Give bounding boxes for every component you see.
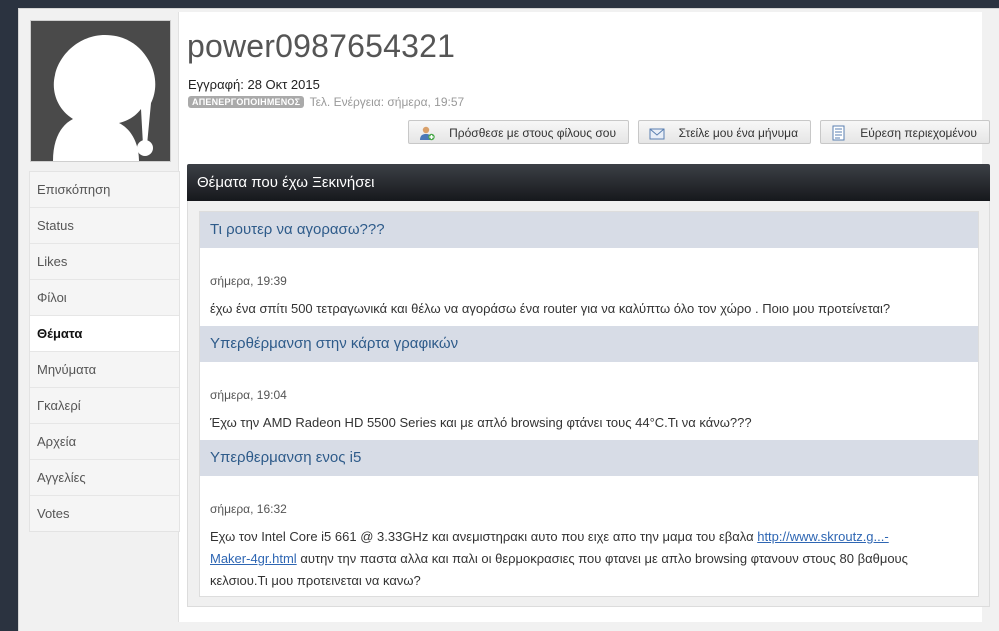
thread-snippet: έχω ένα σπίτι 500 τετραγωνικά και θέλω ν… [210, 301, 891, 316]
find-content-button[interactable]: Εύρεση περιεχομένου [820, 120, 990, 144]
sidebar-item-status[interactable]: Status [30, 208, 179, 244]
thread-list: Τι ρουτερ να αγορασω??? σήμερα, 19:39 έχ… [199, 211, 979, 597]
sidebar-item-threads[interactable]: Θέματα [30, 316, 179, 352]
find-content-label: Εύρεση περιεχομένου [860, 126, 977, 140]
sidebar-item-classifieds[interactable]: Αγγελίες [30, 460, 179, 496]
send-message-label: Στείλε μου ένα μήνυμα [678, 126, 798, 140]
thread-date: σήμερα, 16:32 [210, 502, 287, 516]
thread-date: σήμερα, 19:39 [210, 274, 287, 288]
thread-title-link[interactable]: Υπερθέρμανση στην κάρτα γραφικών [200, 326, 978, 362]
sidebar-item-friends[interactable]: Φίλοι [30, 280, 179, 316]
sidebar-item-votes[interactable]: Votes [30, 496, 179, 531]
profile-username: power0987654321 [187, 28, 456, 64]
envelope-icon [649, 125, 665, 141]
status-badge: ΑΠΕΝΕΡΓΟΠΟΙΗΜΕΝΟΣ [188, 95, 305, 108]
send-message-button[interactable]: Στείλε μου ένα μήνυμα [638, 120, 811, 144]
sidebar-item-overview[interactable]: Επισκόπηση [30, 172, 179, 208]
sidebar-item-likes[interactable]: Likes [30, 244, 179, 280]
thread-date: σήμερα, 19:04 [210, 388, 287, 402]
add-friend-button[interactable]: Πρόσθεσε με στους φίλους σου [408, 120, 629, 144]
join-date: Εγγραφή: 28 Οκτ 2015 [188, 77, 320, 92]
add-friend-icon [419, 125, 435, 141]
thread-title-link[interactable]: Υπερθερμανση ενος i5 [200, 440, 978, 476]
thread-snippet: Έχω την AMD Radeon HD 5500 Series και με… [210, 415, 752, 430]
thread-snippet-text: αυτην την παστα αλλα και παλι οι θερμοκρ… [210, 551, 908, 588]
profile-sidebar-nav: Επισκόπηση Status Likes Φίλοι Θέματα Μην… [29, 171, 180, 532]
thread-snippet-text: Εχω τον Intel Core i5 661 @ 3.33GHz και … [210, 529, 758, 544]
sidebar-item-gallery[interactable]: Γκαλερί [30, 388, 179, 424]
status-row: ΑΠΕΝΕΡΓΟΠΟΙΗΜΕΝΟΣ Τελ. Ενέργεια: σήμερα,… [188, 94, 464, 109]
avatar [30, 20, 171, 162]
background-strip [0, 0, 20, 630]
default-avatar-icon [31, 21, 170, 161]
sidebar-item-messages[interactable]: Μηνύματα [30, 352, 179, 388]
last-activity: Τελ. Ενέργεια: σήμερα, 19:57 [309, 94, 465, 109]
add-friend-label: Πρόσθεσε με στους φίλους σου [449, 126, 616, 140]
sidebar-item-files[interactable]: Αρχεία [30, 424, 179, 460]
thread-title-link[interactable]: Τι ρουτερ να αγορασω??? [200, 212, 978, 248]
threads-panel-title: Θέματα που έχω Ξεκινήσει [187, 164, 990, 201]
threads-panel: Τι ρουτερ να αγορασω??? σήμερα, 19:39 έχ… [187, 201, 990, 607]
document-icon [831, 125, 847, 141]
thread-snippet: Εχω τον Intel Core i5 661 @ 3.33GHz και … [210, 526, 965, 592]
